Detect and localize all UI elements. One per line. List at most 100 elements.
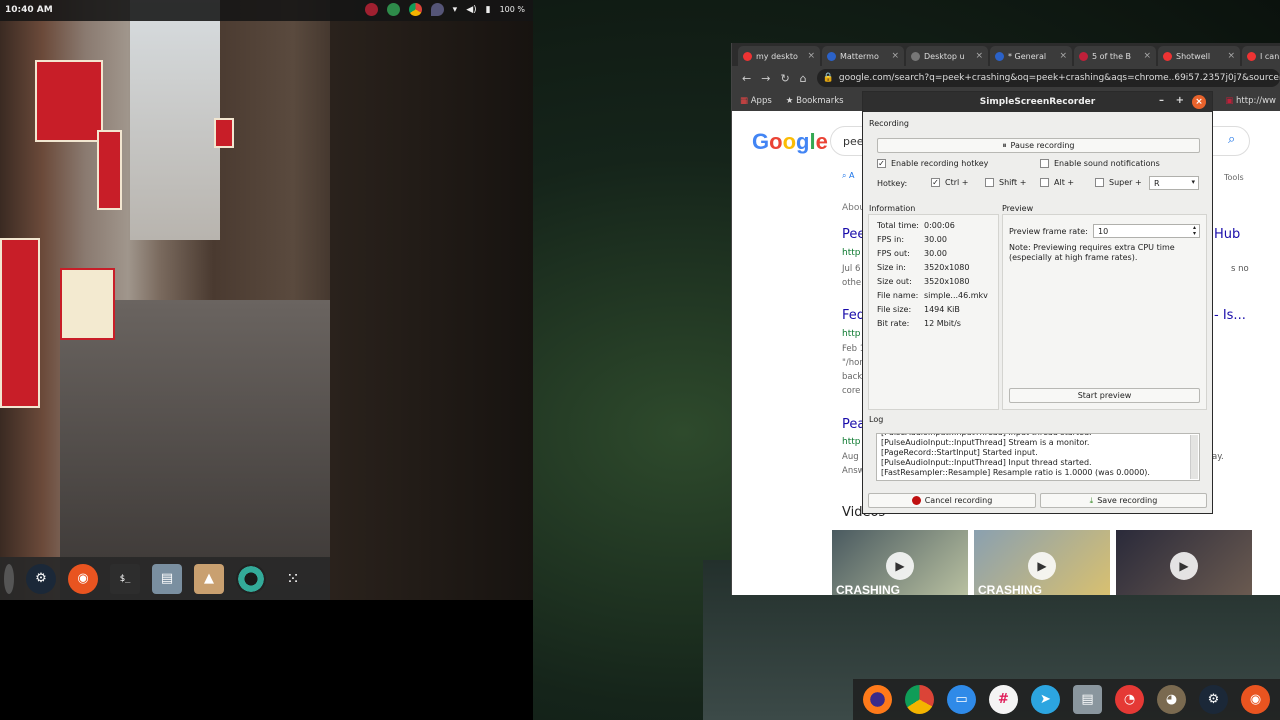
telegram-icon[interactable]: ➤ [1031,685,1060,714]
alt-checkbox[interactable]: Alt + [1040,178,1074,187]
left-dock: ⚙ ◉ $_ ▤ ▲ ⁙ [0,557,330,600]
result-title[interactable]: Hub [1214,227,1240,242]
browser-tab[interactable]: my deskto × [738,46,820,66]
super-checkbox[interactable]: Super + [1095,178,1142,187]
browser-tab[interactable]: I can's× [1242,46,1280,66]
system-tray: ▾ ◀) ▮ 100 % [364,3,525,16]
browser-tab[interactable]: * General × [990,46,1072,66]
bookmark-extra[interactable]: ▣ http://ww [1225,96,1276,106]
bookmarks-label: Bookmarks [796,95,844,106]
pause-recording-button[interactable]: ⏸ Pause recording [877,138,1200,153]
wifi-icon[interactable]: ▾ [453,5,458,15]
result-snippet: s no [1231,264,1249,274]
back-icon[interactable]: ← [742,72,751,85]
video-thumbnail[interactable]: ▶ [1116,530,1252,595]
search-icon[interactable]: ⌕ [1228,132,1235,147]
tab-label: 5 of the B [1092,51,1132,61]
enable-hotkey-checkbox[interactable]: ✓ Enable recording hotkey [877,159,988,168]
firefox-icon[interactable] [863,685,892,714]
start-preview-button[interactable]: Start preview [1009,388,1200,403]
close-icon[interactable]: × [1192,95,1206,109]
recording-section-label: Recording [869,119,910,128]
terminal-icon[interactable] [4,563,14,594]
super-label: Super + [1109,178,1142,187]
files-icon[interactable]: ▤ [1073,685,1102,714]
apps-grid-icon[interactable]: ⁙ [278,564,308,594]
apps-bookmark[interactable]: ▦ Apps [740,96,772,106]
camera-icon[interactable] [236,563,266,594]
chrome-icon[interactable] [905,685,934,714]
bookmarks-folder[interactable]: ★ Bookmarks [786,96,844,106]
log-line: [FastResampler::Resample] Resample ratio… [881,468,1150,477]
forward-icon[interactable]: → [761,72,770,85]
tab-close-icon[interactable]: × [975,51,983,61]
battery-icon[interactable]: ▮ [486,5,491,15]
ubuntu-icon[interactable]: ◉ [68,563,98,594]
video-thumbnail[interactable]: ▶ CRASHING [974,530,1110,595]
preview-rate-spinbox[interactable]: 10 ▴ ▾ [1093,224,1200,238]
checkbox-empty [1095,178,1104,187]
tab-all-label: A [849,171,855,180]
drop-icon[interactable] [430,3,444,16]
maximize-icon[interactable]: + [1176,95,1184,106]
log-scrollbar[interactable] [1190,435,1198,479]
pocketcasts-icon[interactable]: ◔ [1115,685,1144,714]
home-icon[interactable]: ⌂ [800,72,807,85]
info-value: 12 Mbit/s [924,319,961,328]
tab-all[interactable]: ⌕ A [842,171,855,181]
tab-close-icon[interactable]: × [1059,51,1067,61]
result-url[interactable]: http [842,329,860,339]
tab-close-icon[interactable]: × [1227,51,1235,61]
clock[interactable]: 10:40 AM [5,5,53,15]
ctrl-checkbox[interactable]: ✓ Ctrl + [931,178,968,187]
enable-sound-label: Enable sound notifications [1054,159,1160,168]
address-bar[interactable]: 🔒 google.com/search?q=peek+crashing&oq=p… [816,69,1280,87]
log-output[interactable]: [PulseAudioInput::InputThread] Input thr… [876,433,1200,481]
google-logo[interactable]: Google [752,129,828,155]
enable-sound-checkbox[interactable]: Enable sound notifications [1040,159,1160,168]
browser-tab[interactable]: Mattermo × [822,46,904,66]
recording-indicator-icon[interactable] [364,3,378,16]
info-value: 0:00:06 [924,221,955,230]
tools-button[interactable]: Tools [1224,173,1244,182]
save-recording-button[interactable]: ⤓ Save recording [1040,493,1207,508]
cancel-recording-button[interactable]: Cancel recording [868,493,1036,508]
tab-close-icon[interactable]: × [807,51,815,61]
steam-icon[interactable]: ⚙ [1199,685,1228,714]
hotkey-select[interactable]: R ▾ [1149,176,1199,190]
chrome-tray-icon[interactable] [408,3,422,16]
minimize-icon[interactable]: – [1159,95,1164,106]
result-snippet: othe [842,278,862,288]
messages-icon[interactable]: ▭ [947,685,976,714]
browser-tab[interactable]: Shotwell × [1158,46,1240,66]
info-key: Size in: [877,263,906,272]
volume-icon[interactable]: ◀) [466,5,476,15]
result-title[interactable]: - Is... [1214,308,1246,323]
info-row: Size out: 3520x1080 [877,277,969,286]
video-thumbnail[interactable]: ▶ CRASHING [832,530,968,595]
browser-tab[interactable]: Desktop u × [906,46,988,66]
browser-tab[interactable]: 5 of the B × [1074,46,1156,66]
hotkey-value: R [1154,179,1160,188]
ubuntu-icon[interactable]: ◉ [1241,685,1270,714]
result-url[interactable]: http [842,248,860,258]
chevron-down-icon: ▾ [1191,178,1195,186]
terminal-icon[interactable]: $_ [110,563,140,594]
video-caption: CRASHING [978,583,1043,595]
tab-close-icon[interactable]: × [1143,51,1151,61]
gimp-icon[interactable]: ◕ [1157,685,1186,714]
info-row: File size: 1494 KiB [877,305,960,314]
video-caption: CRASHING [836,583,901,595]
steam-icon[interactable]: ⚙ [26,563,56,594]
slack-icon[interactable]: # [989,685,1018,714]
files-icon[interactable]: ▤ [152,563,182,594]
tab-close-icon[interactable]: × [891,51,899,61]
result-url[interactable]: http [842,437,860,447]
window-title: SimpleScreenRecorder [979,97,1096,107]
shift-checkbox[interactable]: Shift + [985,178,1026,187]
gimp-icon[interactable]: ▲ [194,563,224,594]
reload-icon[interactable]: ↻ [780,72,789,85]
info-value: 1494 KiB [924,305,960,314]
status-icon[interactable] [386,3,400,16]
result-snippet: ay. [1212,452,1224,462]
